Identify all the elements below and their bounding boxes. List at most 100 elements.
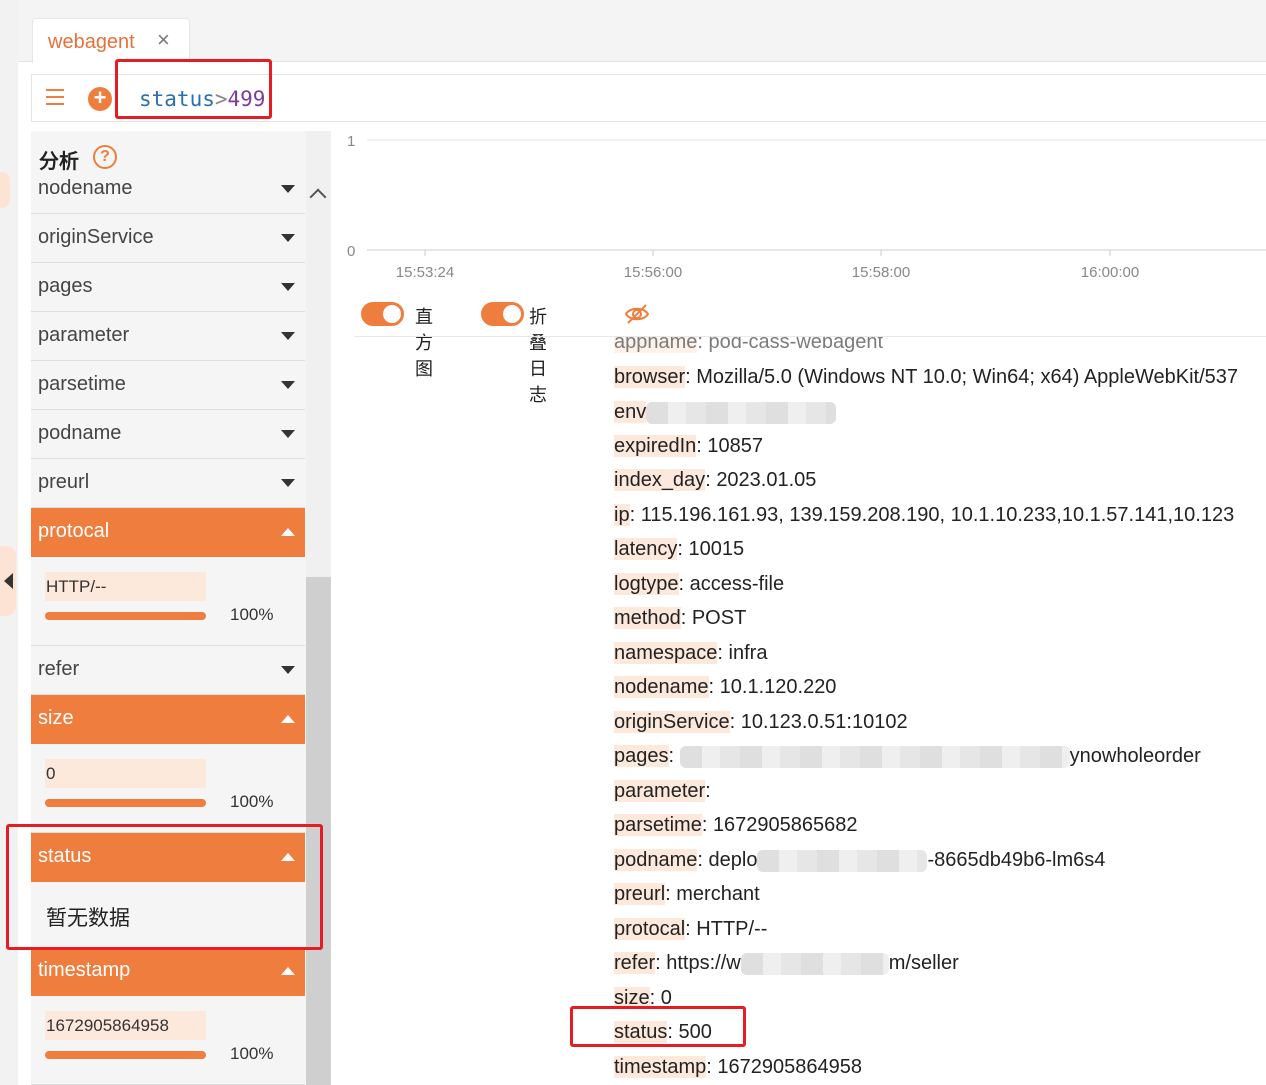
field-pages[interactable]: pages xyxy=(31,263,305,312)
log-field-originService: originService: 10.123.0.51:10102 xyxy=(614,711,908,733)
log-key[interactable]: method xyxy=(614,607,681,629)
log-key[interactable]: refer xyxy=(614,952,656,974)
list-icon[interactable] xyxy=(46,89,64,105)
log-key[interactable]: parameter xyxy=(614,780,706,802)
log-field-appname: appname: pod-cass-webagent xyxy=(614,336,884,354)
field-status[interactable]: status xyxy=(31,833,305,882)
field-protocal-values: HTTP/-- 100% xyxy=(31,557,305,646)
log-field-ip: ip: 115.196.161.93, 139.159.208.190, 10.… xyxy=(614,504,1235,526)
y-tick-label: 1 xyxy=(347,133,355,150)
close-icon[interactable]: × xyxy=(157,29,170,51)
log-value: 500 xyxy=(678,1021,712,1043)
log-value: merchant xyxy=(676,883,760,905)
scrollbar-thumb[interactable] xyxy=(306,577,331,1085)
log-key[interactable]: podname xyxy=(614,849,698,871)
field-parameter[interactable]: parameter xyxy=(31,312,305,361)
log-field-refer: refer: https://w m/seller xyxy=(614,952,959,975)
log-value: infra xyxy=(728,642,768,664)
tab-bar: webagent × xyxy=(18,0,1266,63)
log-value: 10.123.0.51:10102 xyxy=(740,711,908,733)
log-field-pages: pages: ynowholeorder xyxy=(614,745,1201,768)
log-key[interactable]: index_day xyxy=(614,469,706,491)
tab-webagent[interactable]: webagent × xyxy=(32,18,190,63)
field-preurl[interactable]: preurl xyxy=(31,459,305,508)
log-key[interactable]: ip xyxy=(614,504,630,526)
log-value: pod-cass-webagent xyxy=(708,336,884,353)
histogram-toggle[interactable] xyxy=(361,302,404,326)
add-icon[interactable]: + xyxy=(88,87,112,111)
percent-label: 100% xyxy=(230,1044,274,1063)
percent-bar-fill xyxy=(45,799,206,807)
field-name: status xyxy=(38,845,92,867)
query-value: 499 xyxy=(227,87,266,111)
caret-down-icon xyxy=(281,283,295,291)
log-key[interactable]: status xyxy=(614,1021,668,1043)
tab-label: webagent xyxy=(48,31,135,53)
field-protocal[interactable]: protocal xyxy=(31,508,305,557)
field-podname[interactable]: podname xyxy=(31,410,305,459)
field-name: timestamp xyxy=(38,959,131,981)
fold-log-toggle[interactable] xyxy=(481,302,524,326)
log-value: 10015 xyxy=(688,538,745,560)
caret-down-icon xyxy=(281,430,295,438)
field-list: nodename originService pages parameter p… xyxy=(31,165,305,1085)
log-field-namespace: namespace: infra xyxy=(614,642,768,664)
toggle-knob xyxy=(503,305,521,323)
percent-label: 100% xyxy=(230,605,274,624)
field-size[interactable]: size xyxy=(31,695,305,744)
caret-down-icon xyxy=(281,381,295,389)
sidebar-scrollbar[interactable] xyxy=(306,131,331,1085)
log-value: deplo xyxy=(708,849,758,871)
redacted-value xyxy=(740,952,889,975)
log-field-logtype: logtype: access-file xyxy=(614,573,785,595)
caret-up-icon xyxy=(281,528,295,536)
field-name: podname xyxy=(38,422,122,444)
log-value: 10857 xyxy=(707,435,764,457)
log-field-parsetime: parsetime: 1672905865682 xyxy=(614,814,858,836)
log-key[interactable]: expiredIn xyxy=(614,435,697,457)
value-chip[interactable]: HTTP/-- xyxy=(45,572,206,601)
log-key[interactable]: env xyxy=(614,401,647,423)
field-timestamp[interactable]: timestamp xyxy=(31,947,305,996)
log-value: 2023.01.05 xyxy=(716,469,817,491)
log-key[interactable]: nodename xyxy=(614,676,709,698)
value-chip[interactable]: 0 xyxy=(45,759,206,788)
log-key[interactable]: size xyxy=(614,987,650,1009)
x-tick-label: 16:00:00 xyxy=(1081,264,1139,281)
log-key[interactable]: protocal xyxy=(614,918,686,940)
log-key[interactable]: preurl xyxy=(614,883,666,905)
log-key[interactable]: timestamp xyxy=(614,1056,707,1078)
y-tick-label: 0 xyxy=(347,243,355,260)
field-parsetime[interactable]: parsetime xyxy=(31,361,305,410)
search-input[interactable]: status>499 xyxy=(139,87,265,111)
histogram-svg: 1 0 15:53:24 15:56:00 15:58:00 16:00:00 xyxy=(347,133,1266,281)
caret-up-icon xyxy=(281,715,295,723)
log-value: 1672905864958 xyxy=(717,1056,862,1078)
log-key[interactable]: latency xyxy=(614,538,678,560)
collapse-panel-button[interactable] xyxy=(0,546,16,616)
caret-down-icon xyxy=(281,234,295,242)
chevron-left-icon xyxy=(4,573,13,589)
chevron-up-icon[interactable] xyxy=(309,188,327,206)
log-field-env: env xyxy=(614,401,837,424)
log-key[interactable]: namespace xyxy=(614,642,718,664)
value-chip[interactable]: 1672905864958 xyxy=(45,1011,206,1040)
field-originService[interactable]: originService xyxy=(31,214,305,263)
log-field-latency: latency: 10015 xyxy=(614,538,745,560)
log-key[interactable]: browser xyxy=(614,366,686,388)
field-size-values: 0 100% xyxy=(31,744,305,833)
log-key[interactable]: originService xyxy=(614,711,730,733)
field-nodename[interactable]: nodename xyxy=(31,165,305,214)
log-key[interactable]: parsetime xyxy=(614,814,702,836)
eye-off-icon[interactable] xyxy=(624,302,650,326)
log-key[interactable]: appname xyxy=(614,337,698,353)
field-refer[interactable]: refer xyxy=(31,646,305,695)
redacted-value xyxy=(679,745,1070,768)
nav-marker[interactable] xyxy=(0,172,10,208)
log-key[interactable]: logtype xyxy=(614,573,679,595)
log-value: access-file xyxy=(689,573,785,595)
query-field: status xyxy=(139,87,215,111)
log-key[interactable]: pages xyxy=(614,745,669,767)
log-detail: appname: pod-cass-webagent browser: Mozi… xyxy=(354,336,1266,1085)
percent-bar-fill xyxy=(45,1051,206,1059)
